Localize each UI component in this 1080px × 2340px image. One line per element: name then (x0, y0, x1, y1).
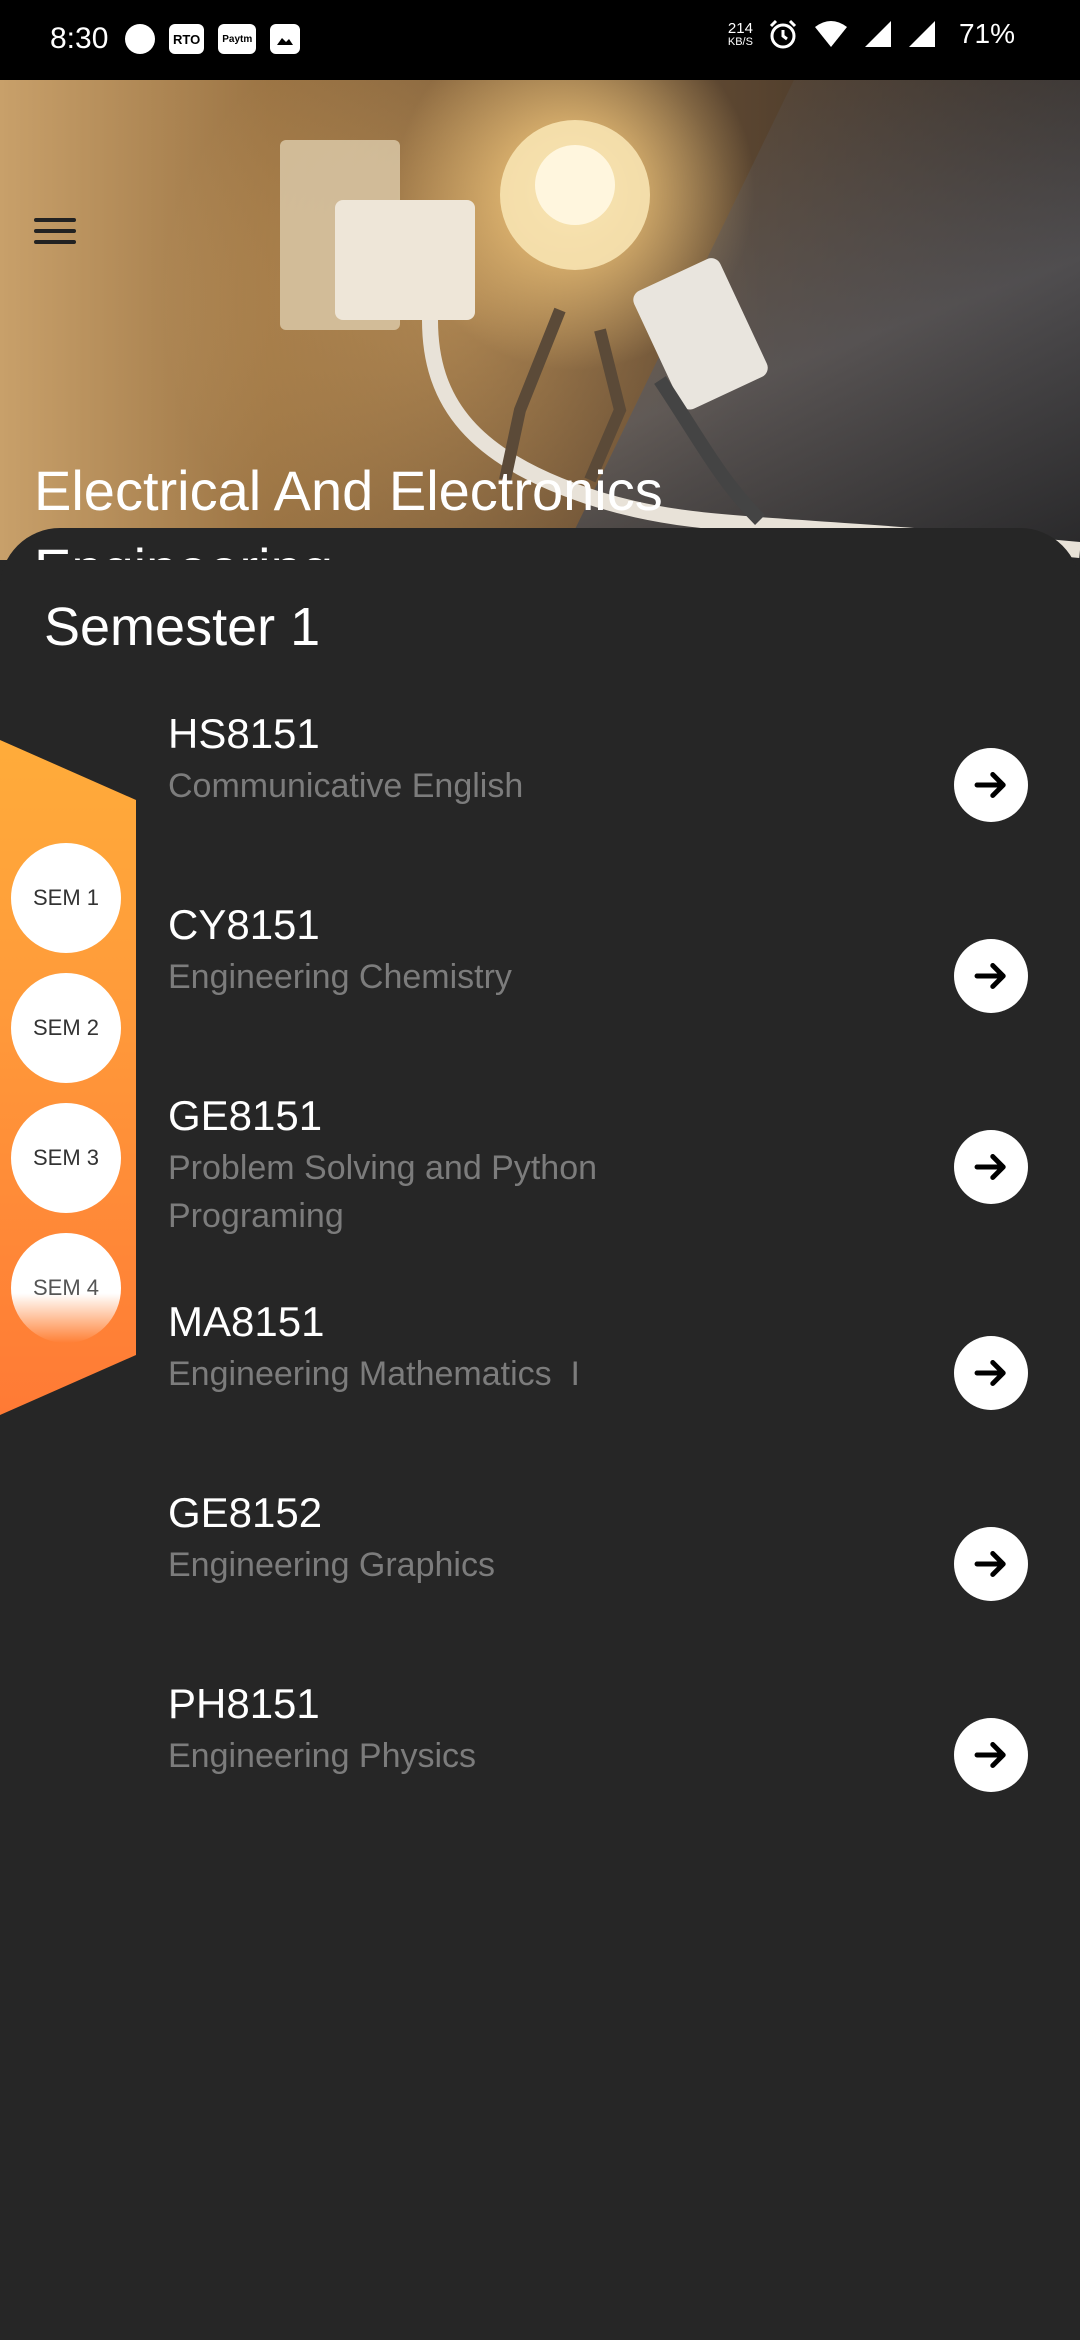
course-name: Engineering Graphics (168, 1546, 495, 1584)
course-item[interactable]: HS8151 Communicative English (168, 708, 1068, 858)
course-code: CY8151 (168, 901, 320, 948)
course-name: Engineering Physics (168, 1737, 477, 1775)
signal-icon-2 (908, 21, 935, 47)
course-item[interactable]: CY8151 Engineering Chemistry (168, 899, 1068, 1049)
network-speed-unit: KB/S (727, 35, 753, 48)
system-status-icons: 214 KB/S 71% (728, 18, 1015, 50)
alarm-icon (769, 19, 797, 49)
arrow-right-icon (974, 1360, 1006, 1386)
paytm-app-icon: Paytm (218, 24, 257, 54)
wifi-icon (814, 21, 847, 47)
rto-app-icon: RTO (169, 24, 205, 54)
course-code: GE8152 (168, 1489, 323, 1536)
sem-1-button[interactable]: SEM 1 (11, 843, 121, 953)
battery-level: 71% (958, 18, 1015, 49)
course-code: GE8151 (168, 1092, 323, 1139)
course-name: Engineering Mathematics I (168, 1355, 580, 1393)
course-panel: Semester 1 HS8151 Communicative English … (0, 528, 1080, 2340)
gallery-notification-icon (270, 24, 301, 54)
department-title: Electrical And Electronics Engineering (34, 459, 663, 560)
hero-banner: Electrical And Electronics Engineering (0, 80, 1080, 560)
course-code: HS8151 (168, 710, 320, 757)
semester-title: Semester 1 (44, 597, 321, 657)
course-item[interactable]: GE8151 Problem Solving and Python Progra… (168, 1090, 1068, 1240)
course-item[interactable]: GE8152 Engineering Graphics (168, 1487, 1068, 1637)
status-time: 8:30 (50, 22, 109, 55)
sem-4-button[interactable]: SEM 4 (11, 1233, 121, 1343)
hamburger-menu-icon[interactable] (34, 218, 76, 251)
arrow-right-icon (974, 1154, 1006, 1180)
arrow-right-icon (974, 1742, 1006, 1768)
notification-icons: RTO Paytm (125, 24, 301, 54)
open-course-button[interactable] (954, 1336, 1028, 1410)
sem-2-button[interactable]: SEM 2 (11, 973, 121, 1083)
course-item[interactable]: MA8151 Engineering Mathematics I (168, 1296, 1068, 1446)
course-item[interactable]: PH8151 Engineering Physics (168, 1678, 1068, 1828)
open-course-button[interactable] (954, 939, 1028, 1013)
course-code: PH8151 (168, 1680, 320, 1727)
open-course-button[interactable] (954, 1718, 1028, 1792)
course-name: Problem Solving and Python Programing (168, 1149, 598, 1235)
sem-3-button[interactable]: SEM 3 (11, 1103, 121, 1213)
open-course-button[interactable] (954, 1527, 1028, 1601)
message-notification-icon (125, 24, 155, 54)
arrow-right-icon (974, 1551, 1006, 1577)
course-name: Communicative English (168, 767, 524, 805)
network-speed: 214 KB/S (728, 21, 753, 48)
course-code: MA8151 (168, 1298, 325, 1345)
status-bar: 8:30 RTO Paytm 214 KB/S 71% (0, 0, 1080, 80)
open-course-button[interactable] (954, 748, 1028, 822)
signal-icon (864, 21, 891, 47)
open-course-button[interactable] (954, 1130, 1028, 1204)
network-speed-value: 214 (727, 19, 753, 37)
arrow-right-icon (974, 772, 1006, 798)
course-name: Engineering Chemistry (168, 958, 512, 996)
arrow-right-icon (974, 963, 1006, 989)
